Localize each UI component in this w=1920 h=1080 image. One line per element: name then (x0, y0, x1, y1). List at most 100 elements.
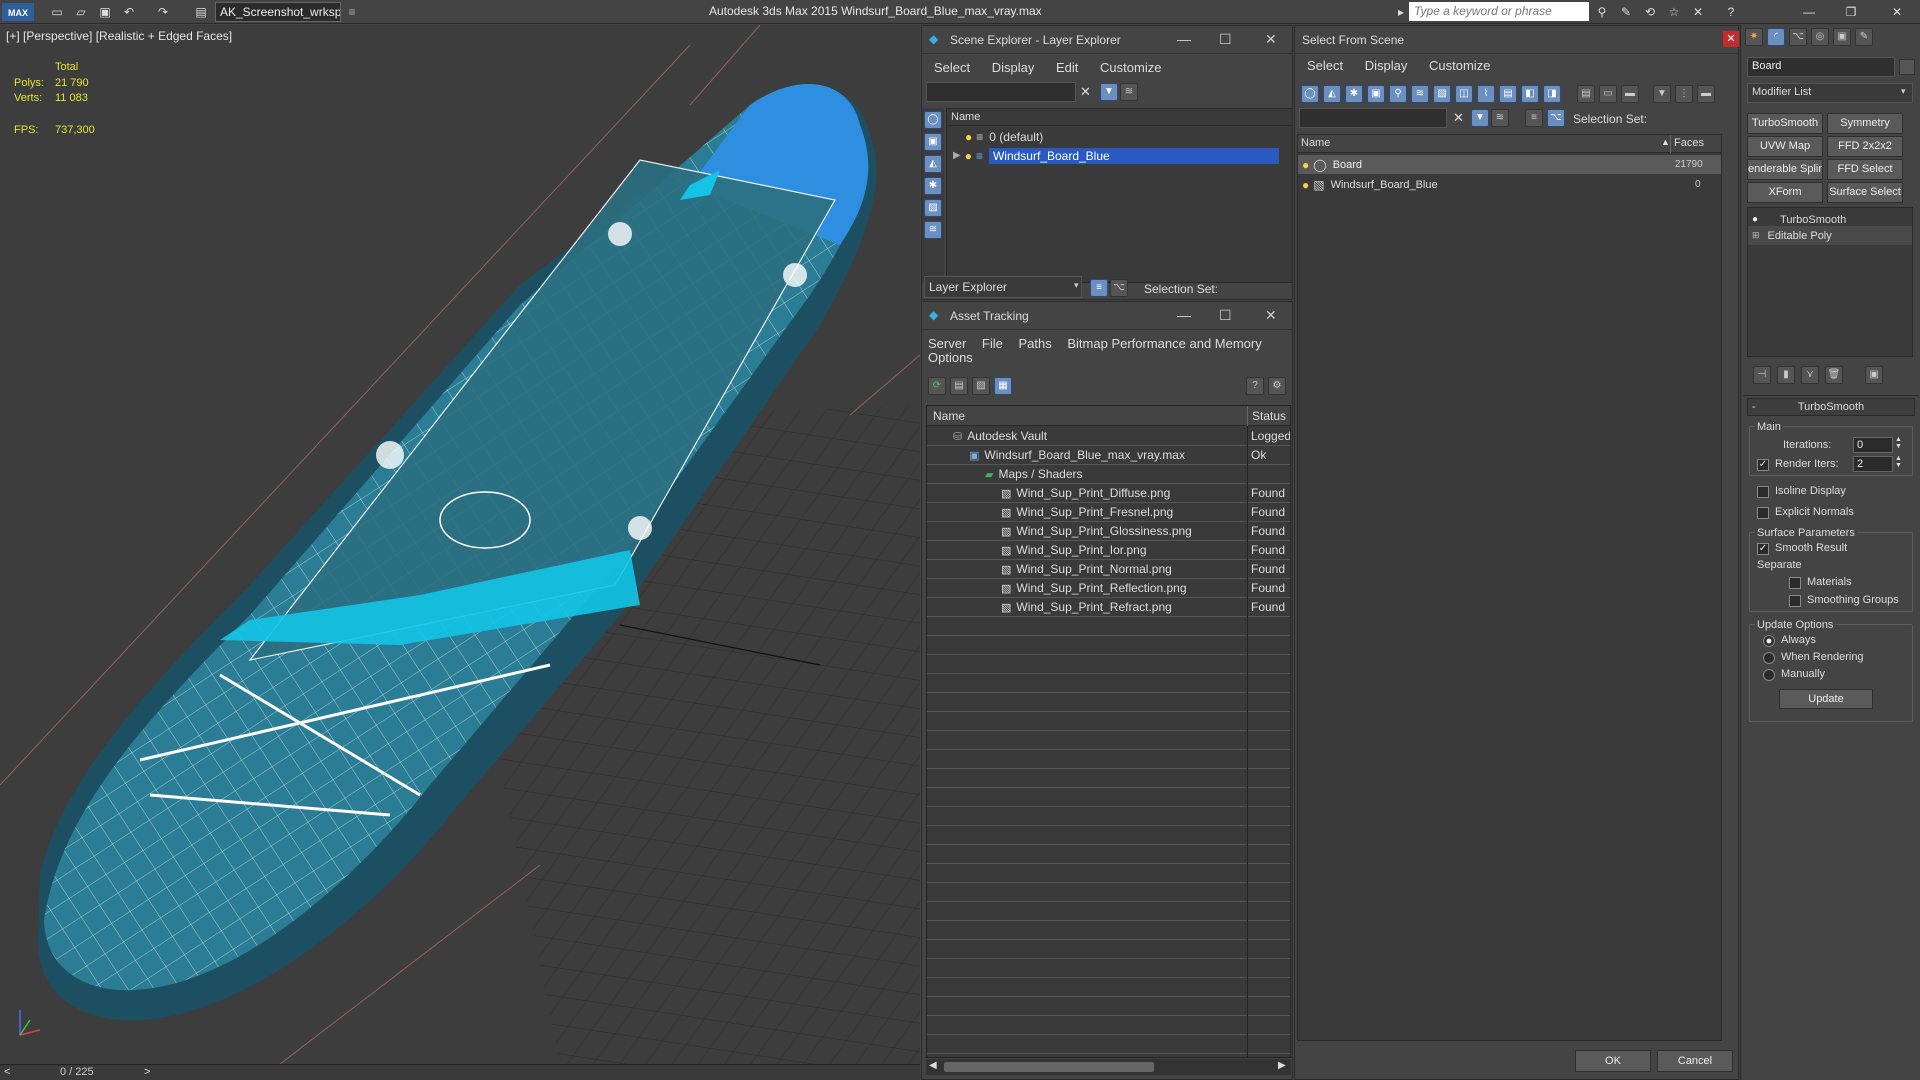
filter-options-icon[interactable]: ⋮ (1675, 85, 1693, 103)
display-helpers-icon[interactable]: ≋ (924, 221, 942, 239)
filter-icon[interactable]: ▼ (1100, 83, 1118, 101)
render-iters-checkbox[interactable]: ✓ (1757, 459, 1769, 471)
hierarchy-tab-icon[interactable]: ⌥ (1789, 28, 1807, 46)
column-status[interactable]: Status (1252, 409, 1286, 423)
workspace-dropdown-arrow-icon[interactable]: ≡ (343, 3, 361, 21)
modifier-list-dropdown-arrow-icon[interactable]: ▾ (1901, 86, 1906, 97)
asset-row[interactable]: ▧ Wind_Sup_Print_Fresnel.png Found (927, 503, 1290, 522)
display-shapes-icon[interactable]: ◭ (924, 155, 942, 173)
stack-item[interactable]: ⊞ Editable Poly (1748, 226, 1912, 245)
menu-paths[interactable]: Paths (1019, 336, 1052, 351)
modifier-list-dropdown[interactable]: Modifier List (1747, 83, 1913, 103)
spinner-arrows-icon[interactable]: ▲ ▼ (1895, 455, 1902, 469)
display-tab-icon[interactable]: ▣ (1833, 28, 1851, 46)
search-expand-icon[interactable]: ▸ (1392, 3, 1410, 21)
manually-radio[interactable] (1763, 669, 1775, 681)
display-xrefs-icon[interactable]: ◫ (1455, 85, 1473, 103)
column-name[interactable]: Name (933, 409, 965, 423)
expand-arrow-icon[interactable]: ▶ (953, 150, 961, 161)
binoculars-icon[interactable]: ⚲ (1593, 3, 1611, 21)
asset-row[interactable] (927, 1035, 1290, 1054)
asset-row[interactable]: ▧ Wind_Sup_Print_Reflection.png Found (927, 579, 1290, 598)
window-close-icon[interactable]: ✕ (1888, 3, 1906, 21)
light-bulb-icon[interactable]: ● (1752, 214, 1758, 225)
always-radio[interactable] (1763, 635, 1775, 647)
select-from-scene-titlebar[interactable]: Select From Scene ✕ (1295, 26, 1739, 54)
menu-edit[interactable]: Edit (1056, 60, 1078, 75)
asset-row[interactable]: ▣ Windsurf_Board_Blue_max_vray.max Ok (927, 446, 1290, 465)
hierarchy-icon[interactable]: ⌥ (1110, 279, 1128, 297)
asset-row[interactable] (927, 940, 1290, 959)
keyword-search-input[interactable]: Type a keyword or phrase (1409, 2, 1589, 21)
object-name-field[interactable]: Board (1747, 57, 1895, 77)
scene-explorer-titlebar[interactable]: ◆ Scene Explorer - Layer Explorer — ☐ ✕ (922, 26, 1292, 54)
list-view-icon[interactable]: ▤ (950, 377, 968, 395)
display-none-icon[interactable]: ▭ (1599, 85, 1617, 103)
light-bulb-icon[interactable]: ● (965, 130, 972, 144)
menu-display[interactable]: Display (992, 60, 1035, 75)
layer-stack-icon[interactable]: ≡ (1525, 109, 1543, 127)
menu-bitmap-performance[interactable]: Bitmap Performance and Memory (1067, 336, 1261, 351)
favorites-star-icon[interactable]: ☆ (1665, 3, 1683, 21)
utilities-tab-icon[interactable]: ✎ (1855, 28, 1873, 46)
asset-row[interactable] (927, 769, 1290, 788)
hierarchy-icon[interactable]: ⌥ (1547, 109, 1565, 127)
layer-row[interactable]: ▶ ● ≡ Windsurf_Board_Blue (947, 146, 1292, 165)
asset-row[interactable] (927, 788, 1290, 807)
asset-row[interactable]: ▰ Maps / Shaders (927, 465, 1290, 484)
smooth-result-checkbox[interactable]: ✓ (1757, 543, 1769, 555)
light-bulb-icon[interactable]: ● (965, 149, 972, 163)
settings-icon[interactable]: ⚙ (1268, 377, 1286, 395)
menu-options[interactable]: Options (928, 350, 973, 365)
collapse-icon[interactable]: ▬ (1697, 85, 1715, 103)
filter-toggle-icon[interactable]: ▼ (1471, 109, 1489, 127)
expand-plus-icon[interactable]: ⊞ (1752, 230, 1760, 241)
update-button[interactable]: Update (1779, 689, 1873, 709)
display-lights-icon[interactable]: ✱ (1345, 85, 1363, 103)
surface-select-button[interactable]: Surface Select (1827, 182, 1903, 203)
render-iters-spinner[interactable]: 2 (1853, 456, 1893, 472)
turbosmooth-button[interactable]: TurboSmooth (1747, 113, 1823, 134)
light-bulb-icon[interactable]: ● (1302, 178, 1309, 192)
asset-row[interactable] (927, 1054, 1290, 1057)
new-file-icon[interactable]: ▭ (48, 3, 66, 21)
sort-arrow-icon[interactable]: ▲ (1661, 137, 1670, 147)
refresh-icon[interactable]: ⟳ (928, 377, 946, 395)
clear-search-icon[interactable]: ✕ (1453, 110, 1464, 126)
time-next-button[interactable]: > (144, 1066, 150, 1078)
asset-row[interactable]: ▧ Wind_Sup_Print_Ior.png Found (927, 541, 1290, 560)
restore-icon[interactable]: ❐ (1842, 3, 1860, 21)
asset-hscrollbar[interactable]: ◀ ▶ (926, 1059, 1291, 1075)
scroll-left-icon[interactable]: ◀ (929, 1060, 937, 1071)
asset-row[interactable] (927, 845, 1290, 864)
display-helpers-icon[interactable]: ⚲ (1389, 85, 1407, 103)
display-groups-icon[interactable]: ▨ (1433, 85, 1451, 103)
close-icon[interactable]: ✕ (1723, 31, 1739, 47)
asset-row[interactable] (927, 826, 1290, 845)
asset-row[interactable] (927, 807, 1290, 826)
minimize-icon[interactable]: — (1177, 31, 1191, 47)
scene-object-row[interactable]: ● ◯ Board 21790 (1298, 155, 1721, 174)
perspective-viewport[interactable]: [+] [Perspective] [Realistic + Edged Fac… (0, 25, 920, 1064)
table-view-icon[interactable]: ▦ (994, 377, 1012, 395)
asset-row[interactable] (927, 902, 1290, 921)
scene-explorer-search-field[interactable] (926, 82, 1076, 102)
open-file-icon[interactable]: ▱ (72, 3, 90, 21)
display-cameras-icon[interactable]: ▣ (1367, 85, 1385, 103)
menu-select[interactable]: Select (934, 60, 970, 75)
configure-sets-icon[interactable]: ▣ (1865, 366, 1883, 384)
uvw-map-button[interactable]: UVW Map (1747, 136, 1823, 157)
ok-button[interactable]: OK (1575, 1050, 1651, 1072)
layer-column-name[interactable]: Name (947, 109, 1292, 126)
asset-row[interactable] (927, 617, 1290, 636)
asset-row[interactable] (927, 883, 1290, 902)
ffd-2x2x2-button[interactable]: FFD 2x2x2 (1827, 136, 1903, 157)
redo-icon[interactable]: ↷ (154, 3, 172, 21)
asset-row[interactable] (927, 731, 1290, 750)
scroll-thumb[interactable] (944, 1062, 1154, 1072)
iterations-spinner[interactable]: 0 (1853, 437, 1893, 453)
menu-server[interactable]: Server (928, 336, 966, 351)
smoothing-groups-checkbox[interactable] (1789, 595, 1801, 607)
display-cameras-icon[interactable]: ▨ (924, 199, 942, 217)
display-geometry-icon[interactable]: ◯ (1301, 85, 1319, 103)
